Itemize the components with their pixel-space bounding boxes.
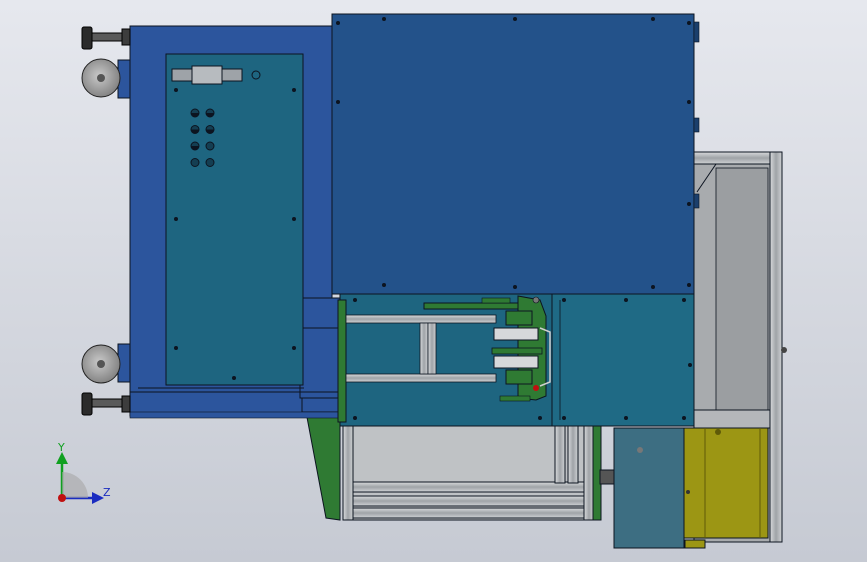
leveling-foot-bottom (81, 392, 131, 416)
green-base-bracket (305, 411, 341, 521)
leveling-foot-top (81, 26, 131, 50)
z-axis-label: Z (103, 486, 111, 499)
caster-wheel-top (81, 58, 131, 99)
caster-wheel-bottom (81, 343, 131, 384)
y-axis-label: Y (58, 441, 65, 454)
control-panel (165, 53, 304, 386)
mid-drive-assembly (337, 293, 695, 427)
panel-button[interactable] (190, 158, 200, 167)
machine-assembly-view[interactable] (0, 0, 867, 562)
cad-viewport[interactable]: Y Z (0, 0, 867, 562)
panel-button[interactable] (205, 141, 215, 151)
coordinate-triad (56, 452, 104, 504)
panel-button[interactable] (205, 158, 215, 167)
upper-cover-panel (331, 13, 700, 295)
lower-extrusion-frame (342, 424, 602, 521)
